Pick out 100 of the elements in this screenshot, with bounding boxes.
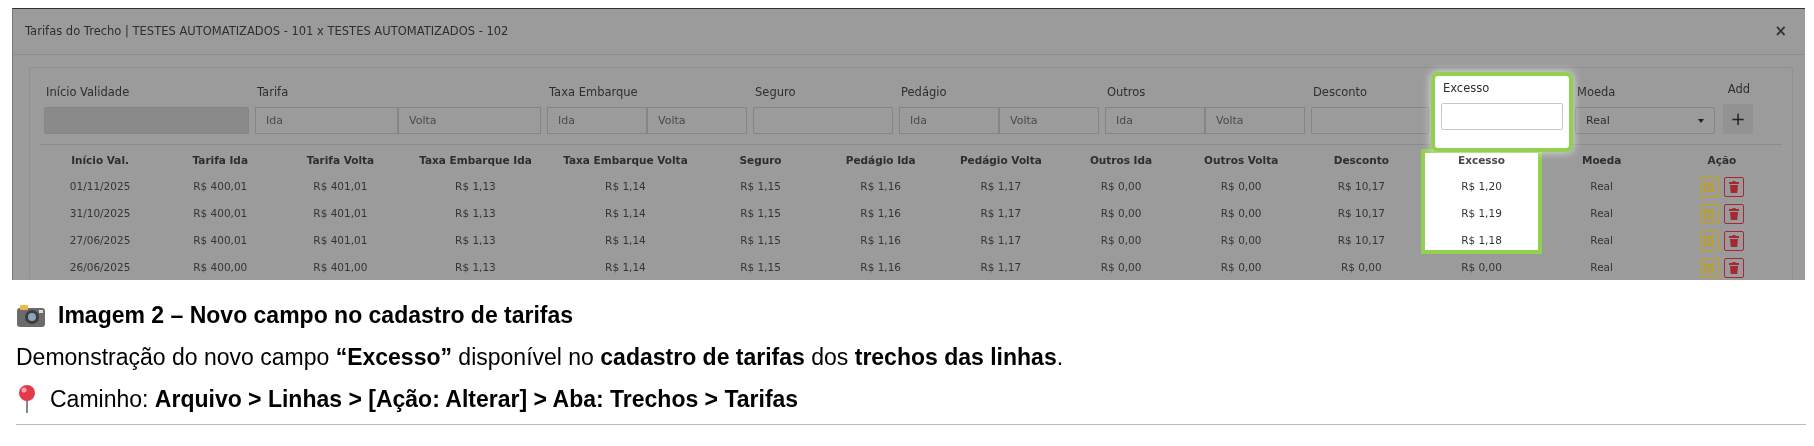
table-cell-text: R$ 1,13 [454, 232, 497, 248]
column-header: Seguro [738, 153, 783, 169]
field-label: Excesso [1442, 80, 1491, 97]
table-cell-text: R$ 1,14 [604, 232, 647, 248]
table-cell-text: R$ 1,14 [604, 259, 647, 275]
add-button[interactable]: + [1723, 104, 1753, 135]
table-cell-text: R$ 1,17 [979, 178, 1023, 194]
pencil-icon [1704, 208, 1716, 220]
close-button[interactable]: × [1768, 20, 1793, 43]
table-cell-text: R$ 10,17 [1336, 205, 1386, 221]
edit-button[interactable] [1699, 203, 1720, 224]
table-cell-text: R$ 1,13 [454, 178, 497, 194]
caption-title: Imagem 2 – Novo campo no cadastro de tarifas [58, 301, 574, 330]
table-cell-text: R$ 1,14 [604, 205, 647, 221]
table-cell-text: R$ 0,00 [1219, 232, 1263, 248]
trash-icon [1728, 234, 1739, 247]
column-header: Moeda [1580, 153, 1623, 169]
input-field[interactable]: Ida [547, 107, 647, 135]
table-cell-text: 01/11/2025 [68, 178, 132, 194]
pencil-icon [1704, 235, 1716, 247]
table-cell: R$ 1,18 [1421, 227, 1542, 255]
field-label: Início Validade [45, 84, 131, 101]
column-header: Início Val. [70, 153, 131, 169]
caption-path: Caminho: Arquivo > Linhas > [Ação: Alterar] > Aba: Trechos > Tarifas [50, 385, 799, 414]
table-cell-text: R$ 1,13 [454, 205, 497, 221]
field-label: Moeda [1576, 84, 1617, 101]
table-cell-text: 26/06/2025 [68, 259, 132, 275]
edit-button[interactable] [1699, 230, 1720, 251]
camera-icon [16, 302, 46, 328]
table-cell: R$ 1,20 [1421, 173, 1542, 201]
table-cell-text: R$ 401,01 [312, 178, 369, 194]
table-cell-text: R$ 1,16 [859, 232, 903, 248]
column-header: Tarifa Ida [191, 153, 249, 169]
caret-icon [1698, 118, 1704, 123]
table-cell-text: R$ 401,01 [312, 232, 369, 248]
input-field[interactable]: Ida [899, 107, 999, 135]
table-cell-text: R$ 10,17 [1336, 232, 1386, 248]
caption-text: Demonstração do novo campo “Excesso” disponível no cadastro de tarifas dos trechos das linhas. [16, 343, 1064, 372]
input-field[interactable]: Ida [1105, 107, 1205, 135]
column-header: Tarifa Volta [305, 153, 376, 169]
table-cell-text: R$ 1,15 [739, 205, 782, 221]
input-field[interactable]: Volta [398, 107, 541, 135]
table-cell-text: R$ 1,13 [454, 259, 497, 275]
field-label: Tarifa [256, 84, 290, 101]
column-header: Outros Volta [1203, 153, 1280, 169]
column-header: Pedágio Volta [958, 153, 1043, 169]
table-cell-text: R$ 0,00 [1099, 232, 1143, 248]
table-cell-text: R$ 1,15 [739, 178, 782, 194]
table-cell-text: Real [1589, 259, 1614, 275]
field-label: Add [1726, 81, 1751, 98]
table-cell-text: R$ 401,01 [312, 205, 369, 221]
table-cell-text: R$ 10,17 [1336, 178, 1386, 194]
input-field[interactable] [1441, 103, 1563, 131]
currency-select[interactable]: Real [1575, 107, 1715, 135]
delete-button[interactable] [1723, 257, 1744, 278]
table-cell-text: R$ 0,00 [1219, 178, 1263, 194]
column-header: Desconto [1332, 153, 1390, 169]
table-cell-text: R$ 0,00 [1099, 205, 1143, 221]
pin-icon [16, 384, 38, 414]
column-header: Taxa Embarque Volta [562, 153, 689, 169]
modal-title: Tarifas do Trecho | TESTES AUTOMATIZADOS - 101 x TESTES AUTOMATIZADOS - 102 [25, 22, 509, 40]
table-cell-text: R$ 1,15 [739, 232, 782, 248]
table-cell-text: R$ 0,00 [1099, 259, 1143, 275]
table-cell-text: R$ 400,01 [192, 205, 249, 221]
trash-icon [1728, 180, 1739, 193]
table-cell-text: 27/06/2025 [68, 232, 132, 248]
table-cell-text: Real [1589, 178, 1614, 194]
input-field[interactable]: Ida [255, 107, 398, 135]
table-cell: R$ 1,19 [1421, 200, 1542, 228]
trash-icon [1728, 207, 1739, 220]
edit-button[interactable] [1699, 257, 1720, 278]
table-cell-text: 31/10/2025 [68, 205, 132, 221]
field-label: Taxa Embarque [548, 84, 639, 101]
field-label: Pedágio [900, 84, 948, 101]
pencil-icon [1704, 262, 1716, 274]
delete-button[interactable] [1723, 230, 1744, 251]
table-cell-text: R$ 0,00 [1219, 259, 1263, 275]
column-header: Outros Ida [1088, 153, 1154, 169]
table-cell-text: R$ 0,00 [1219, 205, 1263, 221]
delete-button[interactable] [1723, 203, 1744, 224]
pencil-icon [1704, 181, 1716, 193]
input-field[interactable]: Volta [647, 107, 747, 135]
table-cell-text: R$ 401,00 [312, 259, 369, 275]
input-field[interactable]: Volta [1205, 107, 1305, 135]
input-field[interactable] [1311, 107, 1429, 135]
column-header: Pedágio Ida [844, 153, 917, 169]
input-field[interactable]: Volta [999, 107, 1099, 135]
column-header: Taxa Embarque Ida [418, 153, 533, 169]
field-label: Seguro [754, 84, 797, 101]
table-cell-text: R$ 1,17 [979, 205, 1023, 221]
table-cell-text: R$ 0,00 [1099, 178, 1143, 194]
table-cell-text: R$ 400,01 [192, 232, 249, 248]
table-cell-text: R$ 0,00 [1339, 259, 1383, 275]
delete-button[interactable] [1723, 176, 1744, 197]
table-cell-text: R$ 1,14 [604, 178, 647, 194]
edit-button[interactable] [1699, 176, 1720, 197]
table-cell-text: Real [1589, 205, 1614, 221]
table-cell-text: R$ 1,16 [859, 205, 903, 221]
table-cell-text: R$ 400,01 [192, 178, 249, 194]
table-cell-text: R$ 1,17 [979, 232, 1023, 248]
